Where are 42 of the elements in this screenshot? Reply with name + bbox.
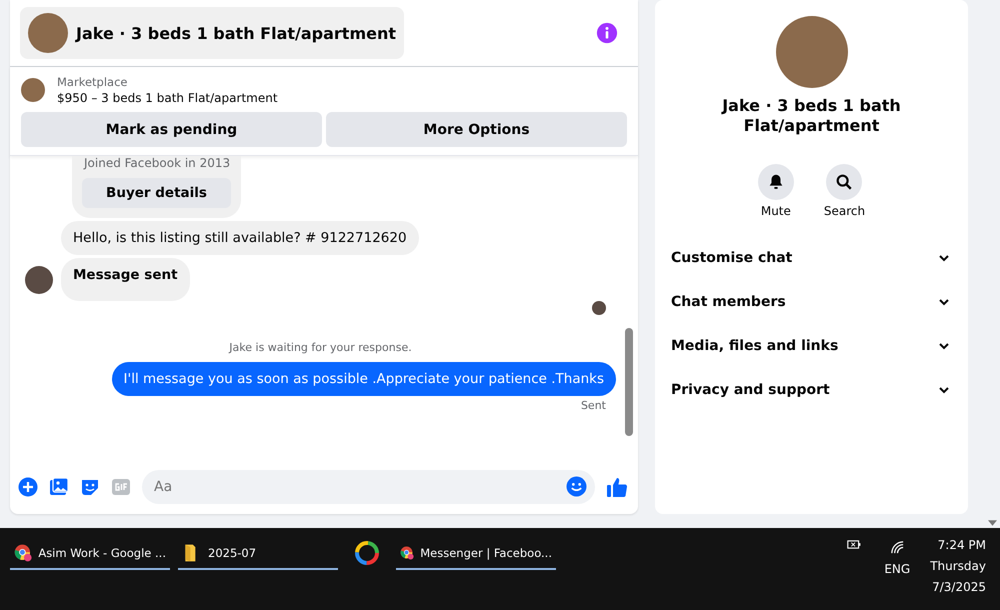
collapsible-section[interactable]: Chat members <box>655 280 968 324</box>
chat-title-button[interactable]: Jake · 3 beds 1 bath Flat/apartment <box>20 7 404 59</box>
language-indicator[interactable]: ENG <box>884 562 910 576</box>
read-receipt-avatar <box>592 301 606 315</box>
sticker-icon[interactable] <box>80 477 100 497</box>
notice-text: Jake is waiting for your response. <box>228 341 413 354</box>
sent-status: Sent <box>580 399 606 412</box>
photo-placeholder <box>21 78 45 102</box>
message-bubble: I'll message you as soon as possible .Appreciate your patience .Thanks <box>112 362 616 396</box>
buyer-details-button[interactable]: Buyer details <box>82 178 231 208</box>
plus-icon[interactable] <box>18 477 38 497</box>
mute-button[interactable] <box>758 164 794 200</box>
listing-summary: $950 – 3 beds 1 bath Flat/apartment <box>57 91 278 105</box>
joined-text: Joined Facebook in 2013 <box>82 156 230 170</box>
collapsible-section[interactable]: Customise chat <box>655 236 968 280</box>
listing-source: Marketplace <box>57 75 128 89</box>
collapsible-section[interactable]: Privacy and support <box>655 368 968 412</box>
wifi-icon[interactable] <box>890 540 905 555</box>
avatar <box>25 266 53 294</box>
message-input[interactable]: Aa <box>142 470 595 504</box>
action-label: Search <box>824 204 866 218</box>
action-button[interactable]: More Options <box>326 112 627 147</box>
message-bubble: Message sent <box>61 258 190 301</box>
taskbar-app[interactable]: Asim Work - Google ... <box>10 538 170 570</box>
search-button[interactable] <box>826 164 862 200</box>
image-icon[interactable] <box>49 477 69 497</box>
info-icon[interactable] <box>596 22 618 44</box>
conversation-title: Jake · 3 beds 1 bath Flat/apartment <box>720 96 902 136</box>
scroll-down-arrow-icon[interactable] <box>988 520 997 526</box>
thumbs-up-icon[interactable] <box>606 476 628 498</box>
clock[interactable]: 7:24 PM Thursday 7/3/2025 <box>930 538 986 594</box>
emoji-icon[interactable] <box>566 476 587 497</box>
photo-placeholder <box>28 13 68 53</box>
search-icon <box>835 173 854 191</box>
browser-icon <box>14 542 32 564</box>
action-button[interactable]: Mark as pending <box>21 112 322 147</box>
action-label: Mute <box>760 204 791 218</box>
taskbar-app[interactable]: Messenger | Faceboo... <box>396 538 556 570</box>
taskbar-app[interactable]: 2025-07 <box>178 538 338 570</box>
message-bubble: Hello, is this listing still available? # 9122712620 <box>61 221 419 255</box>
collapsible-section[interactable]: Media, files and links <box>655 324 968 368</box>
photos-app-icon <box>355 541 379 565</box>
